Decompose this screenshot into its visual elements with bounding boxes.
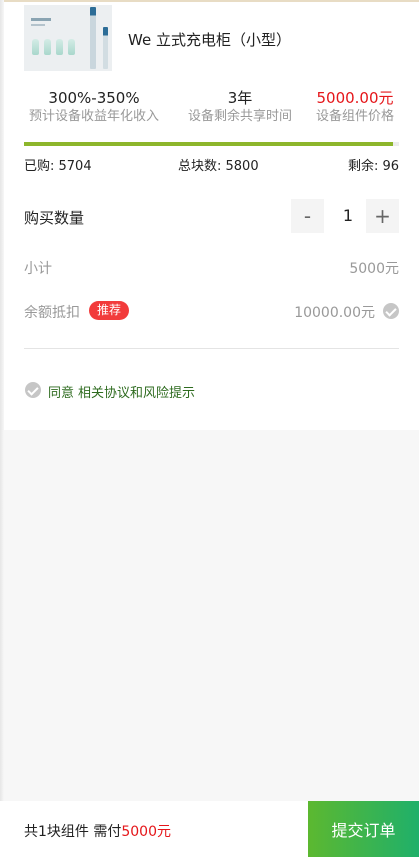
order-summary-prefix: 共1块组件 需付 bbox=[24, 824, 122, 840]
battery-pack-image bbox=[68, 39, 75, 55]
subtotal-row: 小计 5000元 bbox=[24, 256, 399, 278]
quantity-label: 购买数量 bbox=[24, 209, 85, 227]
balance-deduction-row[interactable]: 余额抵扣 推荐 10000.00元 bbox=[24, 300, 399, 322]
sales-progress-fill bbox=[24, 142, 393, 146]
battery-pack-image bbox=[32, 39, 39, 55]
stat-value: 300%-350% bbox=[48, 89, 140, 107]
balance-label: 余额抵扣 bbox=[24, 305, 80, 321]
agreement-row[interactable]: 同意 相关协议和风险提示 bbox=[24, 381, 324, 401]
stat-label: 设备剩余共享时间 bbox=[187, 109, 292, 124]
subtotal-label: 小计 bbox=[24, 261, 52, 277]
product-title: We 立式充电柜（小型） bbox=[128, 31, 291, 49]
balance-value: 10000.00元 bbox=[294, 305, 375, 321]
charging-cabinet-image bbox=[90, 7, 96, 69]
stat-label: 设备组件价格 bbox=[315, 109, 394, 124]
product-thumbnail[interactable] bbox=[24, 5, 112, 71]
order-amount: 5000元 bbox=[121, 824, 171, 840]
quantity-stepper: 购买数量 - + bbox=[24, 199, 399, 233]
count-remaining: 剩余: 96 bbox=[347, 159, 399, 174]
thumbnail-logo-mark bbox=[31, 18, 51, 21]
agreement-check-icon[interactable] bbox=[25, 382, 41, 398]
stat-value: 3年 bbox=[227, 89, 253, 107]
stat-remaining-time: 3年 设备剩余共享时间 bbox=[182, 89, 298, 126]
sales-progress-bar bbox=[24, 142, 399, 146]
stat-value: 5000.00元 bbox=[316, 89, 394, 107]
agreement-text: 同意 相关协议和风险提示 bbox=[48, 382, 195, 401]
agree-label: 同意 bbox=[48, 386, 75, 401]
empty-content-area bbox=[4, 430, 419, 801]
battery-pack-image bbox=[44, 39, 51, 55]
section-divider bbox=[24, 348, 399, 349]
battery-pack-image bbox=[56, 39, 63, 55]
product-header: We 立式充电柜（小型） bbox=[24, 5, 404, 71]
stat-component-price: 5000.00元 设备组件价格 bbox=[311, 89, 399, 126]
stat-label: 预计设备收益年化收入 bbox=[28, 109, 159, 124]
recommend-badge: 推荐 bbox=[89, 301, 130, 320]
agreement-link[interactable]: 相关协议和风险提示 bbox=[78, 386, 195, 401]
count-total: 总块数: 5800 bbox=[178, 159, 259, 174]
order-summary: 共1块组件 需付5000元 bbox=[24, 821, 171, 841]
count-bought: 已购: 5704 bbox=[24, 159, 92, 174]
quantity-input[interactable] bbox=[330, 199, 366, 233]
balance-check-icon[interactable] bbox=[383, 303, 399, 319]
charging-cabinet-image bbox=[103, 27, 108, 69]
stat-annual-return: 300%-350% 预计设备收益年化收入 bbox=[24, 89, 164, 126]
thumbnail-logo-sub bbox=[31, 24, 45, 26]
sales-counts: 已购: 5704 总块数: 5800 剩余: 96 bbox=[24, 155, 399, 174]
quantity-decrement-button[interactable]: - bbox=[291, 199, 324, 233]
product-stats: 300%-350% 预计设备收益年化收入 3年 设备剩余共享时间 5000.00… bbox=[24, 89, 399, 129]
submit-order-button[interactable]: 提交订单 bbox=[308, 801, 419, 857]
quantity-increment-button[interactable]: + bbox=[366, 199, 399, 233]
checkout-footer: 共1块组件 需付5000元 提交订单 bbox=[0, 801, 419, 857]
subtotal-value: 5000元 bbox=[349, 261, 399, 277]
top-border bbox=[0, 0, 419, 2]
